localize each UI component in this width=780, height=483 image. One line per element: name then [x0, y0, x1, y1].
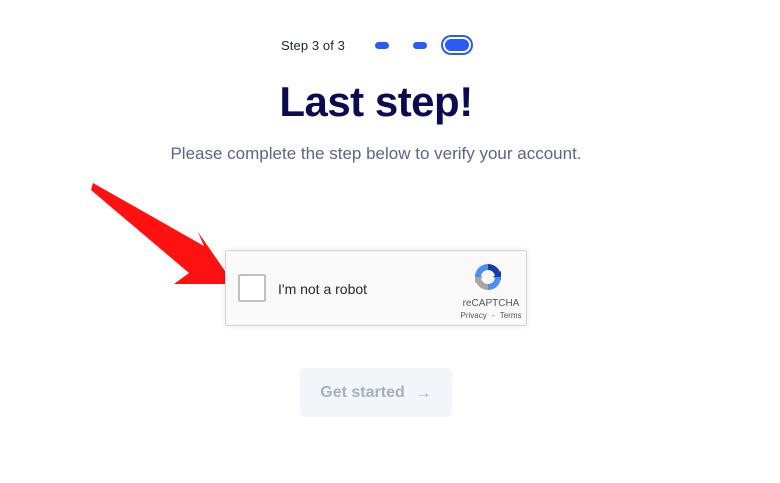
- step-dot-1: [374, 41, 389, 49]
- recaptcha-widget: I'm not a robot reCAPTCHA Privacy - Term…: [225, 250, 527, 326]
- step-dot-3-active: [442, 37, 471, 53]
- arrow-right-icon: →: [414, 382, 432, 402]
- get-started-label: Get started: [320, 383, 405, 401]
- step-counter: Step 3 of 3: [281, 37, 345, 53]
- recaptcha-brand: reCAPTCHA: [462, 298, 520, 309]
- recaptcha-logo-icon: [475, 264, 501, 290]
- recaptcha-privacy-link[interactable]: Privacy: [461, 311, 487, 320]
- get-started-button[interactable]: Get started →: [300, 368, 452, 417]
- verification-page: Step 3 of 3 Last step! Please complete t…: [0, 0, 780, 483]
- recaptcha-checkbox[interactable]: [238, 274, 266, 302]
- red-arrow-icon: [91, 183, 234, 284]
- step-dot-2: [412, 41, 427, 49]
- page-title: Last step!: [279, 78, 473, 125]
- recaptcha-links: Privacy - Terms: [446, 311, 536, 320]
- recaptcha-terms-link[interactable]: Terms: [500, 311, 522, 320]
- page-subtitle: Please complete the step below to verify…: [170, 144, 582, 163]
- recaptcha-checkbox-label: I'm not a robot: [278, 281, 368, 297]
- recaptcha-link-separator: -: [491, 311, 495, 320]
- step-indicator: Step 3 of 3: [281, 36, 471, 54]
